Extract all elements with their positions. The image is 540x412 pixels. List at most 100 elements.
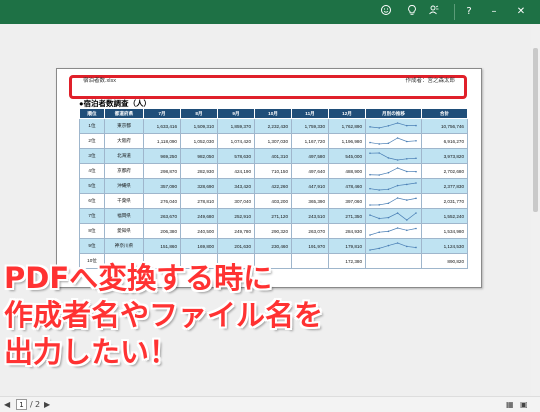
sparkline-line xyxy=(369,122,417,128)
value-cell: 307,040 xyxy=(217,193,255,209)
prefecture-cell: 福岡県 xyxy=(104,208,144,224)
sparkline-point xyxy=(415,211,417,214)
sparkline-point xyxy=(378,217,380,219)
value-cell: 1,167,720 xyxy=(291,133,329,149)
page-number-input[interactable]: 1 xyxy=(16,399,27,410)
total-cell: 1,552,240 xyxy=(421,208,468,224)
sparkline-point xyxy=(378,188,380,191)
value-cell: 243,510 xyxy=(291,208,329,224)
sparkline-point xyxy=(415,227,417,229)
zoom-page-icon[interactable]: ▣ xyxy=(520,399,528,411)
table-row: 8位 愛知県 206,380 240,500 249,780 290,320 263,070… xyxy=(79,223,468,239)
sparkline-point xyxy=(406,229,408,231)
table-row: 2位 大阪府 1,118,090 1,052,030 1,074,420 1,307,03… xyxy=(79,133,468,149)
sparkline-point xyxy=(415,181,417,184)
value-cell: 1,759,330 xyxy=(291,118,329,134)
value-cell: 343,420 xyxy=(217,178,255,194)
show-margins-icon[interactable]: ▦ xyxy=(506,399,514,411)
value-cell: 191,970 xyxy=(291,238,329,254)
sparkline-cell xyxy=(365,178,422,194)
value-cell: 278,810 xyxy=(180,193,218,209)
sparkline-point xyxy=(378,173,380,176)
sparkline-line xyxy=(369,227,417,235)
value-cell: 1,074,420 xyxy=(217,133,255,149)
sparkline-point xyxy=(378,230,380,233)
sparkline-point xyxy=(369,213,371,216)
value-cell: 284,930 xyxy=(328,223,366,239)
column-header: 合計 xyxy=(421,108,468,119)
table-row: 3位 北海道 969,250 982,050 578,630 401,310 497,580… xyxy=(79,148,468,164)
sparkline-point xyxy=(369,125,371,128)
sparkline-point xyxy=(369,173,371,176)
value-cell: 710,150 xyxy=(254,163,292,179)
sparkline-point xyxy=(396,158,399,161)
value-cell: 403,200 xyxy=(254,193,292,209)
sparkline-point xyxy=(369,203,371,206)
table-row: 5位 沖縄県 357,090 328,690 343,420 422,260 447,910… xyxy=(79,178,468,194)
sparkline-point xyxy=(415,124,417,126)
value-cell: 365,390 xyxy=(291,193,329,209)
rank-cell: 5位 xyxy=(79,178,105,194)
column-header: 10月 xyxy=(254,108,292,119)
total-cell: 1,534,980 xyxy=(421,223,468,239)
prev-page-icon[interactable]: ◀ xyxy=(4,399,10,411)
smiley-icon[interactable] xyxy=(378,4,394,20)
table-row: 4位 京都府 298,870 282,930 424,190 710,150 497,640… xyxy=(79,163,468,179)
value-cell: 263,670 xyxy=(143,208,181,224)
value-cell: 401,310 xyxy=(254,148,292,164)
value-cell: 172,380 xyxy=(328,253,366,269)
sparkline-cell xyxy=(365,238,422,254)
prefecture-cell: 沖縄県 xyxy=(104,178,144,194)
sparkline-point xyxy=(415,139,417,142)
help-icon[interactable]: ? xyxy=(461,4,477,20)
close-icon[interactable]: ✕ xyxy=(513,4,529,20)
value-cell: 1,196,980 xyxy=(328,133,366,149)
sparkline-point xyxy=(415,170,417,172)
value-cell: 252,910 xyxy=(217,208,255,224)
sparkline-line xyxy=(369,167,417,175)
total-cell: 2,031,770 xyxy=(421,193,468,209)
people-icon[interactable] xyxy=(426,4,442,20)
value-cell: 545,000 xyxy=(328,148,366,164)
sparkline-point xyxy=(378,203,380,206)
sparkline xyxy=(369,211,417,221)
sparkline-point xyxy=(369,151,371,154)
sparkline-line xyxy=(369,182,417,190)
page-separator: / xyxy=(30,400,33,409)
sparkline-point xyxy=(415,156,417,159)
sparkline xyxy=(369,181,417,191)
sparkline-cell xyxy=(365,163,422,179)
value-cell: 497,580 xyxy=(291,148,329,164)
scrollbar-thumb[interactable] xyxy=(533,48,538,212)
table-row: 7位 福岡県 263,670 249,680 252,910 271,120 243,510… xyxy=(79,208,468,224)
sparkline-point xyxy=(369,141,371,143)
sparkline-cell xyxy=(365,118,422,134)
value-cell: 982,050 xyxy=(180,148,218,164)
sparkline-point xyxy=(387,124,390,127)
value-cell: 298,870 xyxy=(143,163,181,179)
value-cell: 151,860 xyxy=(143,238,181,254)
print-preview-page: 宿泊者数.xlsx 作成者：宮之森太郎 ●宿泊者数調査（人） 順位 都道府県 7月 8… xyxy=(56,68,482,288)
value-cell: 230,460 xyxy=(254,238,292,254)
sparkline-point xyxy=(369,233,371,236)
sparkline-point xyxy=(387,141,390,144)
sparkline xyxy=(369,136,417,145)
sparkline-point xyxy=(387,244,390,246)
next-page-icon[interactable]: ▶ xyxy=(44,399,50,411)
sparkline-cell xyxy=(365,253,422,269)
prefecture-cell: 北海道 xyxy=(104,148,144,164)
sparkline-point xyxy=(406,218,408,221)
sparkline-point xyxy=(396,184,399,186)
titlebar-divider xyxy=(454,4,455,20)
rank-cell: 7位 xyxy=(79,208,105,224)
total-cell: 6,916,270 xyxy=(421,133,468,149)
value-cell: 1,859,370 xyxy=(217,118,255,134)
value-cell: 290,320 xyxy=(254,223,292,239)
value-cell: 169,800 xyxy=(180,238,218,254)
sparkline-line xyxy=(369,137,417,144)
sparkline-point xyxy=(378,126,380,129)
minimize-icon[interactable]: – xyxy=(486,4,502,20)
sparkline-line xyxy=(369,197,417,205)
rank-cell: 1位 xyxy=(79,118,105,134)
lightbulb-icon[interactable] xyxy=(404,4,420,20)
